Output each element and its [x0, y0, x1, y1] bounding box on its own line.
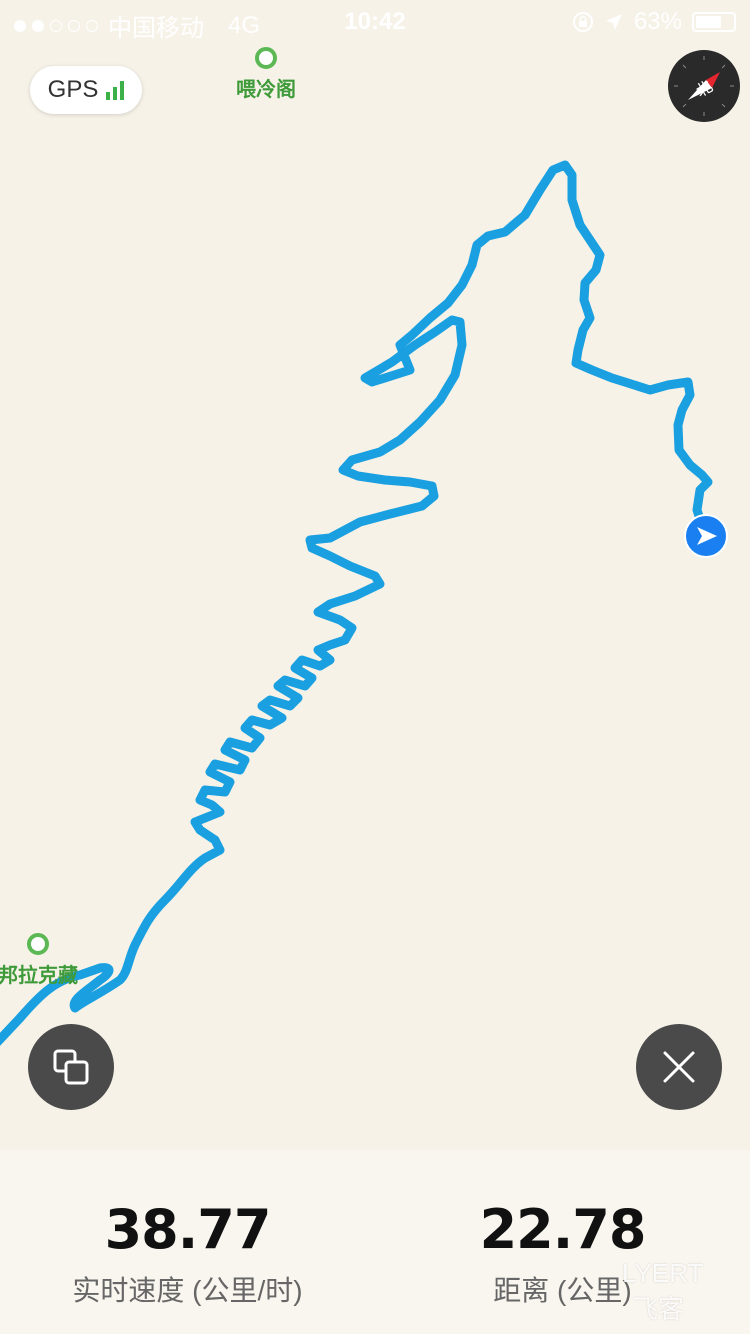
poi-marker-left[interactable]: 邦拉克藏	[0, 933, 78, 988]
location-arrow-icon	[605, 14, 622, 30]
status-bar: 中国移动 4G 10:42 63%	[0, 0, 750, 42]
watermark-chinese: 飞客	[632, 1294, 685, 1324]
compass-button[interactable]: 北	[668, 50, 740, 122]
close-button[interactable]	[636, 1024, 722, 1110]
poi-marker-top[interactable]: 喂冷阁	[236, 47, 296, 102]
status-right: 63%	[572, 8, 736, 36]
speed-value: 38.77	[104, 1198, 272, 1261]
gps-status-button[interactable]: GPS	[30, 66, 142, 114]
battery-icon	[692, 12, 736, 32]
layers-icon	[53, 1049, 89, 1085]
watermark: LYERT 飞客	[622, 1258, 703, 1326]
poi-label: 喂冷阁	[236, 79, 296, 101]
watermark-latin: LYERT	[622, 1258, 704, 1288]
poi-dot-icon	[255, 47, 277, 69]
rotation-lock-icon	[572, 12, 593, 32]
map-view[interactable]	[0, 0, 750, 1334]
distance-value: 22.78	[479, 1198, 647, 1261]
speed-stat: 38.77 实时速度 (公里/时)	[0, 1198, 375, 1309]
compass-icon: 北	[674, 56, 734, 116]
gps-label: GPS	[47, 76, 99, 103]
route-track	[0, 160, 713, 1046]
speed-label: 实时速度 (公里/时)	[72, 1275, 303, 1306]
battery-percent: 63%	[633, 8, 682, 35]
map-layers-button[interactable]	[28, 1024, 114, 1110]
poi-label: 邦拉克藏	[0, 965, 78, 987]
current-location-marker[interactable]	[684, 514, 728, 558]
gps-signal-icon	[106, 80, 125, 100]
close-icon	[663, 1051, 695, 1083]
poi-dot-icon	[27, 933, 49, 955]
